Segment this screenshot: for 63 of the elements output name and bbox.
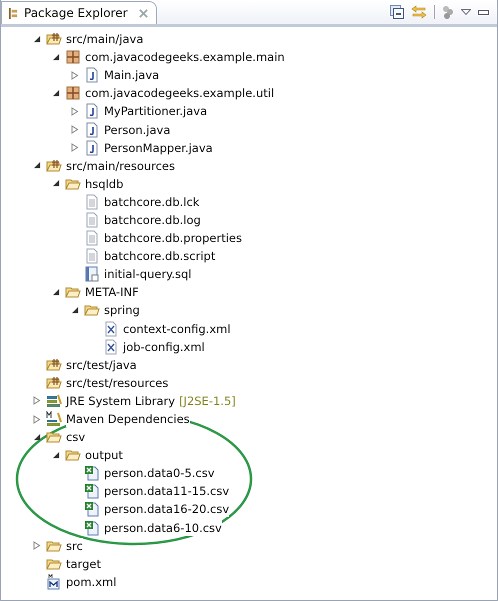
maven-library-icon	[46, 411, 62, 428]
package-folder-icon	[46, 374, 62, 391]
xml-file-icon	[103, 338, 119, 355]
tree-item[interactable]: batchcore.db.script	[104, 248, 216, 264]
sql-file-icon	[84, 266, 100, 282]
spreadsheet-file-icon	[84, 520, 100, 536]
library-icon	[46, 392, 62, 409]
tree-item[interactable]: Main.java	[104, 67, 160, 84]
tree-item[interactable]: batchcore.db.properties	[104, 230, 242, 246]
tree-item[interactable]: Maven Dependencies	[66, 411, 190, 428]
view-menu-icon[interactable]	[461, 9, 471, 15]
tree-toggle[interactable]	[72, 306, 78, 314]
tree-item[interactable]: com.javacodegeeks.example.main	[85, 49, 285, 66]
text-file-icon	[84, 230, 100, 246]
collapse-all-icon[interactable]	[390, 5, 404, 19]
java-file-icon	[84, 103, 100, 120]
java-file-icon	[84, 67, 100, 84]
package-folder-icon	[46, 356, 62, 373]
java-file-icon	[84, 122, 100, 138]
tree-toggle[interactable]	[33, 541, 41, 550]
view-tab[interactable]: Package Explorer	[1, 1, 157, 24]
text-file-icon	[84, 248, 100, 264]
tree-toggle[interactable]	[71, 106, 79, 116]
tree-toggle[interactable]	[52, 452, 60, 459]
tree-toggle[interactable]	[33, 396, 41, 406]
java-file-icon	[84, 140, 100, 156]
sync-arrows-icon[interactable]	[411, 5, 427, 19]
xml-file-icon	[103, 320, 119, 337]
tree-toggle[interactable]	[71, 70, 79, 80]
tree-item[interactable]: com.javacodegeeks.example.util	[85, 85, 274, 102]
text-file-icon	[84, 212, 100, 228]
tree-toggle[interactable]	[34, 162, 40, 170]
spreadsheet-file-icon	[84, 501, 100, 518]
tree-item[interactable]: person.data6-10.csv	[104, 520, 222, 536]
text-file-icon	[84, 194, 100, 210]
maven-file-icon	[46, 574, 62, 590]
tree-toggle[interactable]	[52, 90, 60, 97]
spreadsheet-file-icon	[84, 465, 100, 482]
tree-toggle[interactable]	[34, 36, 40, 43]
spreadsheet-file-icon	[84, 483, 100, 500]
package-folder-icon	[46, 158, 62, 174]
package-icon	[65, 49, 81, 66]
tree-item[interactable]: initial-query.sql	[104, 266, 192, 282]
tree-toggle[interactable]	[52, 288, 60, 296]
package-icon	[65, 85, 81, 102]
tree-toggle[interactable]	[34, 434, 40, 441]
tree-item[interactable]: person.data16-20.csv	[104, 501, 230, 518]
package-explorer-icon	[8, 6, 19, 20]
tree-item[interactable]: spring	[104, 302, 140, 318]
tree-item[interactable]: src/main/java	[66, 31, 144, 48]
minimize-icon[interactable]	[478, 10, 489, 14]
dots-icon[interactable]	[442, 5, 454, 19]
view-title: Package Explorer	[24, 6, 128, 20]
package-folder-icon	[46, 31, 62, 48]
tree-toggle[interactable]	[52, 180, 60, 188]
tree-toggle[interactable]	[33, 414, 41, 424]
tree-toggle[interactable]	[52, 54, 60, 61]
tree-toggle[interactable]	[71, 143, 79, 152]
tree-item[interactable]: MyPartitioner.java	[104, 103, 208, 120]
tree-item[interactable]: person.data11-15.csv	[104, 483, 230, 500]
library-version: [J2SE-1.5]	[179, 394, 236, 408]
tree-item[interactable]: person.data0-5.csv	[104, 465, 215, 482]
tree-toggle[interactable]	[71, 125, 79, 134]
